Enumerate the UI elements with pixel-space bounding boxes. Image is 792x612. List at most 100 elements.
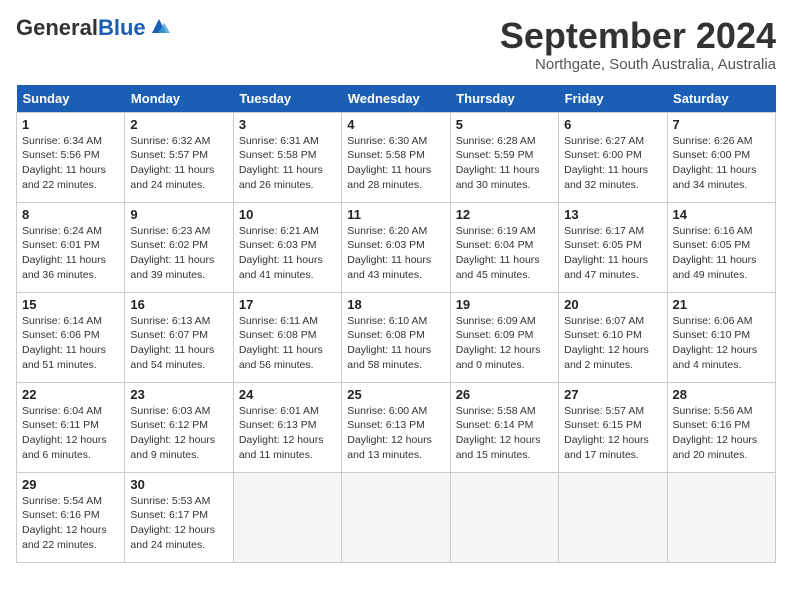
day-number: 4 bbox=[347, 117, 444, 132]
day-number: 23 bbox=[130, 387, 227, 402]
calendar-cell: 16 Sunrise: 6:13 AM Sunset: 6:07 PM Dayli… bbox=[125, 292, 233, 382]
calendar-cell: 19Sunrise: 6:09 AM Sunset: 6:09 PM Dayli… bbox=[450, 292, 558, 382]
calendar-cell: 5 Sunrise: 6:28 AM Sunset: 5:59 PM Daylig… bbox=[450, 112, 558, 202]
day-number: 27 bbox=[564, 387, 661, 402]
calendar-title: September 2024 bbox=[500, 16, 776, 56]
calendar-cell: 4 Sunrise: 6:30 AM Sunset: 5:58 PM Daylig… bbox=[342, 112, 450, 202]
day-info: Sunrise: 6:28 AM Sunset: 5:59 PM Dayligh… bbox=[456, 134, 553, 193]
day-number: 24 bbox=[239, 387, 336, 402]
day-info: Sunrise: 6:30 AM Sunset: 5:58 PM Dayligh… bbox=[347, 134, 444, 193]
day-header-saturday: Saturday bbox=[667, 85, 775, 113]
day-info: Sunrise: 5:56 AM Sunset: 6:16 PM Dayligh… bbox=[673, 404, 770, 463]
day-number: 26 bbox=[456, 387, 553, 402]
calendar-cell: 15 Sunrise: 6:14 AM Sunset: 6:06 PM Dayli… bbox=[17, 292, 125, 382]
calendar-week-1: 1 Sunrise: 6:34 AM Sunset: 5:56 PM Daylig… bbox=[17, 112, 776, 202]
calendar-cell: 2 Sunrise: 6:32 AM Sunset: 5:57 PM Daylig… bbox=[125, 112, 233, 202]
calendar-cell: 24 Sunrise: 6:01 AM Sunset: 6:13 PM Dayli… bbox=[233, 382, 341, 472]
day-info: Sunrise: 6:10 AM Sunset: 6:08 PM Dayligh… bbox=[347, 314, 444, 373]
calendar-cell: 26 Sunrise: 5:58 AM Sunset: 6:14 PM Dayli… bbox=[450, 382, 558, 472]
day-number: 12 bbox=[456, 207, 553, 222]
calendar-week-3: 15 Sunrise: 6:14 AM Sunset: 6:06 PM Dayli… bbox=[17, 292, 776, 382]
calendar-cell: 10 Sunrise: 6:21 AM Sunset: 6:03 PM Dayli… bbox=[233, 202, 341, 292]
calendar-cell: 14 Sunrise: 6:16 AM Sunset: 6:05 PM Dayli… bbox=[667, 202, 775, 292]
day-info: Sunrise: 5:54 AM Sunset: 6:16 PM Dayligh… bbox=[22, 494, 119, 553]
day-info: Sunrise: 6:13 AM Sunset: 6:07 PM Dayligh… bbox=[130, 314, 227, 373]
calendar-week-5: 29 Sunrise: 5:54 AM Sunset: 6:16 PM Dayli… bbox=[17, 472, 776, 562]
calendar-cell: 17Sunrise: 6:11 AM Sunset: 6:08 PM Dayli… bbox=[233, 292, 341, 382]
calendar-cell: 1 Sunrise: 6:34 AM Sunset: 5:56 PM Daylig… bbox=[17, 112, 125, 202]
day-info: Sunrise: 5:57 AM Sunset: 6:15 PM Dayligh… bbox=[564, 404, 661, 463]
day-number: 7 bbox=[673, 117, 770, 132]
day-info: Sunrise: 5:58 AM Sunset: 6:14 PM Dayligh… bbox=[456, 404, 553, 463]
day-number: 6 bbox=[564, 117, 661, 132]
day-info: Sunrise: 6:19 AM Sunset: 6:04 PM Dayligh… bbox=[456, 224, 553, 283]
day-header-monday: Monday bbox=[125, 85, 233, 113]
day-number: 16 bbox=[130, 297, 227, 312]
day-header-tuesday: Tuesday bbox=[233, 85, 341, 113]
day-info: Sunrise: 6:07 AM Sunset: 6:10 PM Dayligh… bbox=[564, 314, 661, 373]
day-number: 29 bbox=[22, 477, 119, 492]
day-info: Sunrise: 6:26 AM Sunset: 6:00 PM Dayligh… bbox=[673, 134, 770, 193]
logo-icon bbox=[148, 15, 170, 37]
calendar-cell: 8 Sunrise: 6:24 AM Sunset: 6:01 PM Daylig… bbox=[17, 202, 125, 292]
day-number: 20 bbox=[564, 297, 661, 312]
day-info: Sunrise: 6:06 AM Sunset: 6:10 PM Dayligh… bbox=[673, 314, 770, 373]
day-number: 8 bbox=[22, 207, 119, 222]
logo-blue-text: Blue bbox=[98, 15, 146, 40]
day-number: 11 bbox=[347, 207, 444, 222]
day-number: 15 bbox=[22, 297, 119, 312]
day-number: 10 bbox=[239, 207, 336, 222]
day-header-friday: Friday bbox=[559, 85, 667, 113]
calendar-cell: 7 Sunrise: 6:26 AM Sunset: 6:00 PM Daylig… bbox=[667, 112, 775, 202]
logo: GeneralBlue bbox=[16, 16, 170, 40]
day-info: Sunrise: 6:34 AM Sunset: 5:56 PM Dayligh… bbox=[22, 134, 119, 193]
day-info: Sunrise: 6:21 AM Sunset: 6:03 PM Dayligh… bbox=[239, 224, 336, 283]
calendar-cell: 30 Sunrise: 5:53 AM Sunset: 6:17 PM Dayli… bbox=[125, 472, 233, 562]
day-number: 28 bbox=[673, 387, 770, 402]
calendar-cell: 29 Sunrise: 5:54 AM Sunset: 6:16 PM Dayli… bbox=[17, 472, 125, 562]
day-info: Sunrise: 6:16 AM Sunset: 6:05 PM Dayligh… bbox=[673, 224, 770, 283]
calendar-cell: 28 Sunrise: 5:56 AM Sunset: 6:16 PM Dayli… bbox=[667, 382, 775, 472]
calendar-week-2: 8 Sunrise: 6:24 AM Sunset: 6:01 PM Daylig… bbox=[17, 202, 776, 292]
day-info: Sunrise: 5:53 AM Sunset: 6:17 PM Dayligh… bbox=[130, 494, 227, 553]
day-number: 19 bbox=[456, 297, 553, 312]
day-number: 3 bbox=[239, 117, 336, 132]
calendar-cell: 11 Sunrise: 6:20 AM Sunset: 6:03 PM Dayli… bbox=[342, 202, 450, 292]
calendar-cell bbox=[233, 472, 341, 562]
calendar-cell: 25Sunrise: 6:00 AM Sunset: 6:13 PM Dayli… bbox=[342, 382, 450, 472]
day-info: Sunrise: 6:17 AM Sunset: 6:05 PM Dayligh… bbox=[564, 224, 661, 283]
day-number: 9 bbox=[130, 207, 227, 222]
calendar-cell: 23 Sunrise: 6:03 AM Sunset: 6:12 PM Dayli… bbox=[125, 382, 233, 472]
day-number: 22 bbox=[22, 387, 119, 402]
day-header-wednesday: Wednesday bbox=[342, 85, 450, 113]
calendar-cell: 20 Sunrise: 6:07 AM Sunset: 6:10 PM Dayli… bbox=[559, 292, 667, 382]
day-info: Sunrise: 6:20 AM Sunset: 6:03 PM Dayligh… bbox=[347, 224, 444, 283]
calendar-cell: 22 Sunrise: 6:04 AM Sunset: 6:11 PM Dayli… bbox=[17, 382, 125, 472]
day-number: 30 bbox=[130, 477, 227, 492]
day-number: 25 bbox=[347, 387, 444, 402]
calendar-cell: 21 Sunrise: 6:06 AM Sunset: 6:10 PM Dayli… bbox=[667, 292, 775, 382]
day-info: Sunrise: 6:01 AM Sunset: 6:13 PM Dayligh… bbox=[239, 404, 336, 463]
day-number: 5 bbox=[456, 117, 553, 132]
day-info: Sunrise: 6:14 AM Sunset: 6:06 PM Dayligh… bbox=[22, 314, 119, 373]
title-area: September 2024 Northgate, South Australi… bbox=[500, 16, 776, 73]
calendar-cell: 6Sunrise: 6:27 AM Sunset: 6:00 PM Daylig… bbox=[559, 112, 667, 202]
days-header-row: SundayMondayTuesdayWednesdayThursdayFrid… bbox=[17, 85, 776, 113]
calendar-cell: 27 Sunrise: 5:57 AM Sunset: 6:15 PM Dayli… bbox=[559, 382, 667, 472]
day-number: 21 bbox=[673, 297, 770, 312]
calendar-cell bbox=[342, 472, 450, 562]
day-header-thursday: Thursday bbox=[450, 85, 558, 113]
day-info: Sunrise: 6:04 AM Sunset: 6:11 PM Dayligh… bbox=[22, 404, 119, 463]
day-number: 14 bbox=[673, 207, 770, 222]
calendar-subtitle: Northgate, South Australia, Australia bbox=[500, 56, 776, 73]
calendar-week-4: 22 Sunrise: 6:04 AM Sunset: 6:11 PM Dayli… bbox=[17, 382, 776, 472]
header: GeneralBlue September 2024 Northgate, So… bbox=[16, 16, 776, 73]
day-info: Sunrise: 6:03 AM Sunset: 6:12 PM Dayligh… bbox=[130, 404, 227, 463]
day-info: Sunrise: 6:23 AM Sunset: 6:02 PM Dayligh… bbox=[130, 224, 227, 283]
day-number: 2 bbox=[130, 117, 227, 132]
day-info: Sunrise: 6:32 AM Sunset: 5:57 PM Dayligh… bbox=[130, 134, 227, 193]
calendar-cell: 18Sunrise: 6:10 AM Sunset: 6:08 PM Dayli… bbox=[342, 292, 450, 382]
day-number: 1 bbox=[22, 117, 119, 132]
calendar-cell: 13Sunrise: 6:17 AM Sunset: 6:05 PM Dayli… bbox=[559, 202, 667, 292]
day-info: Sunrise: 6:24 AM Sunset: 6:01 PM Dayligh… bbox=[22, 224, 119, 283]
